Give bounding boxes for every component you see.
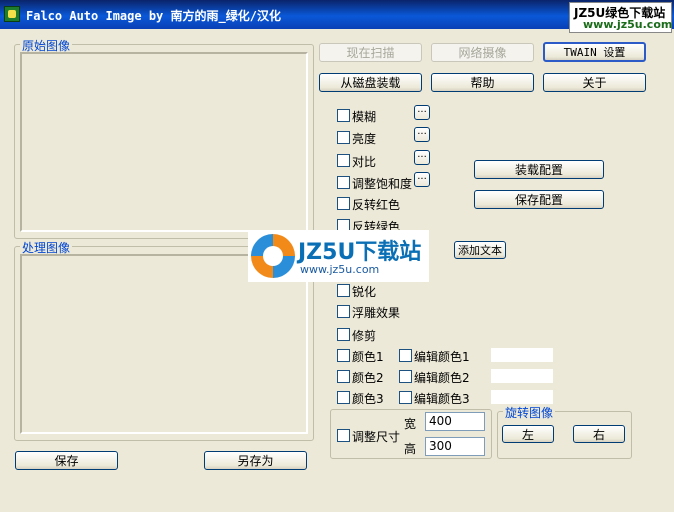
contrast-label: 对比	[352, 155, 377, 169]
color1-checkbox[interactable]	[337, 349, 350, 362]
color3-swatch[interactable]	[491, 390, 553, 404]
twain-settings-button[interactable]: TWAIN 设置	[543, 42, 646, 62]
edit-color2-checkbox[interactable]	[399, 370, 412, 383]
brightness-settings-button[interactable]: ...	[414, 127, 430, 142]
rotate-right-button[interactable]: 右	[573, 425, 625, 443]
color3-label: 颜色3	[352, 392, 384, 406]
crop-label: 修剪	[352, 329, 377, 343]
emboss-label: 浮雕效果	[352, 306, 401, 320]
width-label: 宽	[404, 417, 417, 431]
width-input[interactable]: 400	[425, 412, 485, 431]
edit-color1-checkbox[interactable]	[399, 349, 412, 362]
sharpen-label: 锐化	[352, 285, 377, 299]
brand-url: www.jz5u.com	[583, 18, 673, 31]
app-icon	[4, 6, 20, 22]
saturation-checkbox[interactable]	[337, 176, 350, 189]
color2-checkbox[interactable]	[337, 370, 350, 383]
color1-swatch[interactable]	[491, 348, 553, 362]
brightness-label: 亮度	[352, 132, 377, 146]
help-button[interactable]: 帮助	[431, 73, 534, 92]
color2-label: 颜色2	[352, 371, 384, 385]
brightness-checkbox[interactable]	[337, 131, 350, 144]
invert-red-checkbox[interactable]	[337, 197, 350, 210]
save-button[interactable]: 保存	[15, 451, 118, 470]
blur-settings-button[interactable]: ...	[414, 105, 430, 120]
blur-label: 模糊	[352, 110, 377, 124]
webcam-button[interactable]: 网络摄像	[431, 43, 534, 62]
crop-checkbox[interactable]	[337, 328, 350, 341]
color2-swatch[interactable]	[491, 369, 553, 383]
height-input[interactable]: 300	[425, 437, 485, 456]
saturation-settings-button[interactable]: ...	[414, 172, 430, 187]
emboss-checkbox[interactable]	[337, 305, 350, 318]
resize-label: 调整尺寸	[352, 430, 401, 444]
edit-color3-label: 编辑颜色3	[414, 392, 470, 406]
load-from-disk-button[interactable]: 从磁盘装载	[319, 73, 422, 92]
color3-checkbox[interactable]	[337, 391, 350, 404]
sharpen-checkbox[interactable]	[337, 284, 350, 297]
edit-color3-checkbox[interactable]	[399, 391, 412, 404]
window-title: Falco Auto Image by 南方的雨_绿化/汉化	[26, 9, 281, 23]
watermark-logo-icon	[251, 234, 295, 278]
contrast-settings-button[interactable]: ...	[414, 150, 430, 165]
contrast-checkbox[interactable]	[337, 154, 350, 167]
rotate-group-label: 旋转图像	[503, 404, 556, 421]
original-image-area	[20, 52, 308, 232]
rotate-left-button[interactable]: 左	[502, 425, 554, 443]
brand-logo-box: JZ5U绿色下载站 www.jz5u.com	[569, 2, 672, 33]
about-button[interactable]: 关于	[543, 73, 646, 92]
saturation-label: 调整饱和度	[352, 177, 413, 191]
invert-red-label: 反转红色	[352, 198, 401, 212]
edit-color1-label: 编辑颜色1	[414, 350, 470, 364]
load-config-button[interactable]: 装载配置	[474, 160, 604, 179]
save-config-button[interactable]: 保存配置	[474, 190, 604, 209]
color1-label: 颜色1	[352, 350, 384, 364]
scan-now-button[interactable]: 现在扫描	[319, 43, 422, 62]
edit-color2-label: 编辑颜色2	[414, 371, 470, 385]
save-as-button[interactable]: 另存为	[204, 451, 307, 470]
add-text-button[interactable]: 添加文本	[454, 241, 506, 259]
watermark-overlay: JZ5U下载站 www.jz5u.com	[248, 230, 429, 282]
blur-checkbox[interactable]	[337, 109, 350, 122]
watermark-title: JZ5U下载站	[298, 240, 422, 265]
resize-checkbox[interactable]	[337, 429, 350, 442]
height-label: 高	[404, 442, 417, 456]
watermark-url: www.jz5u.com	[300, 263, 380, 276]
